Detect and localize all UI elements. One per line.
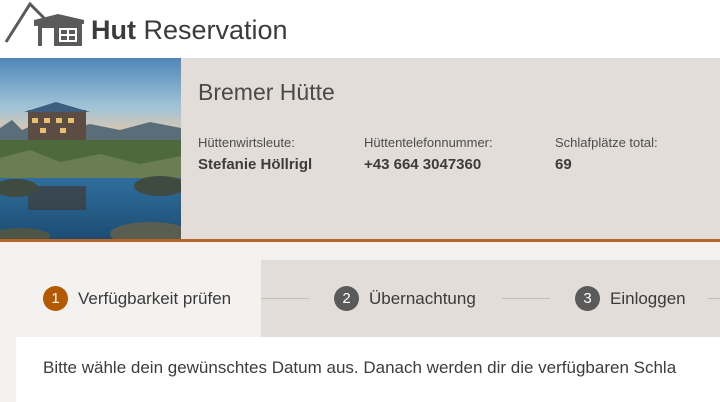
beds-value: 69 (555, 156, 572, 173)
phone-label: Hüttentelefonnummer: (364, 135, 493, 150)
app-header: Hut Reservation (0, 0, 720, 58)
step-2-number-badge: 2 (334, 286, 359, 311)
date-instruction-text: Bitte wähle dein gewünschtes Datum aus. … (43, 358, 677, 377)
host-label: Hüttenwirtsleute: (198, 135, 295, 150)
step-1-label: Verfügbarkeit prüfen (78, 288, 232, 308)
step-connector (502, 298, 550, 299)
hut-beds-info: Schlafplätze total: 69 (555, 135, 658, 174)
step-2-label: Übernachtung (369, 288, 476, 308)
logo-bold-text: Hut (91, 15, 136, 45)
step-connector (261, 298, 309, 299)
host-value: Stefanie Höllrigl (198, 156, 313, 173)
step-3-number-badge: 3 (575, 286, 600, 311)
booking-steps: 1 Verfügbarkeit prüfen 2 Übernachtung 3 … (16, 260, 720, 337)
hut-name: Bremer Hütte (198, 79, 335, 105)
hut-reservation-logo[interactable]: Hut Reservation (0, 0, 300, 58)
hut-host-info: Hüttenwirtsleute: Stefanie Höllrigl (198, 135, 312, 174)
hut-phone-info: Hüttentelefonnummer: +43 664 3047360 (364, 135, 493, 174)
logo-wordmark: Hut Reservation (91, 14, 288, 46)
step-connector (708, 298, 720, 299)
logo-rest-text: Reservation (135, 15, 288, 45)
hut-photo (0, 58, 181, 239)
hut-info-panel: Bremer Hütte Hüttenwirtsleute: Stefanie … (0, 58, 720, 242)
availability-content: Bitte wähle dein gewünschtes Datum aus. … (16, 337, 720, 402)
step-availability[interactable]: 1 Verfügbarkeit prüfen (16, 260, 261, 337)
phone-value[interactable]: +43 664 3047360 (364, 156, 493, 174)
step-3-label: Einloggen (610, 288, 686, 308)
step-overnight[interactable]: 2 Übernachtung (334, 260, 476, 337)
beds-label: Schlafplätze total: (555, 135, 658, 150)
hut-logo-icon (4, 2, 84, 46)
step-login[interactable]: 3 Einloggen (575, 260, 686, 337)
step-1-number-badge: 1 (43, 286, 68, 311)
